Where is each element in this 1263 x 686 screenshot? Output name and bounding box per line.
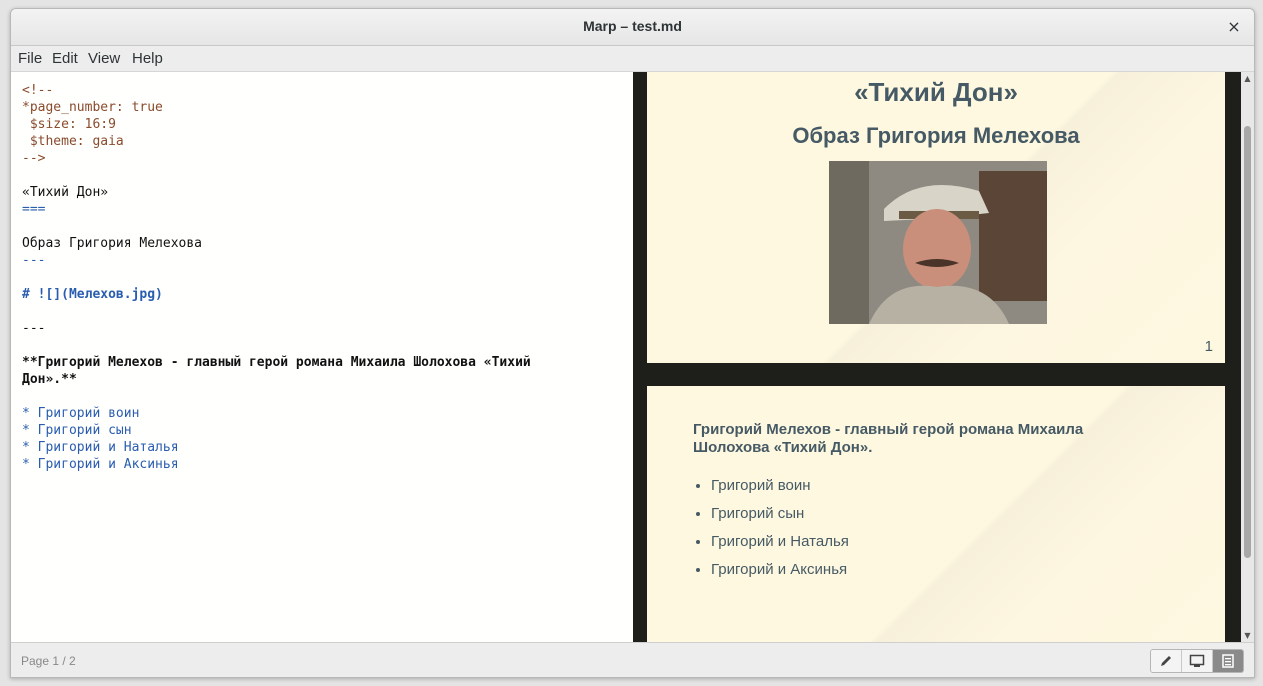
slide-preview-pane[interactable]: «Тихий Дон» Образ Григория Мелехова 1 Гр… <box>633 72 1241 642</box>
scrollbar-thumb[interactable] <box>1244 126 1251 558</box>
document-icon <box>1222 654 1234 668</box>
markdown-editor[interactable]: <!-- *page_number: true $size: 16:9 $the… <box>11 72 633 642</box>
menu-help[interactable]: Help <box>132 50 163 67</box>
editor-line: --- <box>22 321 46 336</box>
slide-title: «Тихий Дон» <box>854 77 1018 107</box>
list-item: Григорий воин <box>711 472 849 500</box>
slide-bold-text: Григорий Мелехов - главный герой романа … <box>693 421 1084 456</box>
editor-line: === <box>22 202 46 217</box>
editor-line: «Тихий Дон» <box>22 185 109 200</box>
editor-line: * Григорий и Аксинья <box>22 457 179 472</box>
view-mode-buttons <box>1150 649 1244 673</box>
slide-1: «Тихий Дон» Образ Григория Мелехова 1 <box>647 72 1225 363</box>
slide-bullet-list: Григорий воин Григорий сын Григорий и На… <box>693 472 849 584</box>
editor-line: *page_number: true <box>22 100 163 115</box>
editor-line: $size: 16:9 <box>22 117 116 132</box>
editor-line: Образ Григория Мелехова <box>22 236 203 251</box>
editor-line: <!-- <box>22 83 54 98</box>
editor-line: Дон».** <box>22 372 77 387</box>
list-item: Григорий сын <box>711 500 849 528</box>
editor-line: * Григорий сын <box>22 423 132 438</box>
slide-page-number: 1 <box>1204 338 1213 355</box>
editor-line: * Григорий воин <box>22 406 140 421</box>
menu-view[interactable]: View <box>88 50 120 67</box>
edit-mode-button[interactable] <box>1151 650 1181 672</box>
presentation-mode-button[interactable] <box>1181 650 1212 672</box>
scroll-down-icon[interactable]: ▼ <box>1241 631 1254 640</box>
editor-line: # ![](Мелехов.jpg) <box>22 287 163 302</box>
preview-scrollbar[interactable]: ▲ ▼ <box>1241 72 1254 642</box>
editor-line: * Григорий и Наталья <box>22 440 179 455</box>
list-item: Григорий и Наталья <box>711 528 849 556</box>
editor-line: $theme: gaia <box>22 134 124 149</box>
editor-text[interactable]: <!-- *page_number: true $size: 16:9 $the… <box>22 82 531 473</box>
menu-file[interactable]: File <box>18 50 42 67</box>
window-title: Marp – test.md <box>583 18 682 34</box>
list-item: Григорий и Аксинья <box>711 556 849 584</box>
pencil-icon <box>1161 656 1171 666</box>
title-bar: Marp – test.md × <box>11 9 1254 46</box>
menu-edit[interactable]: Edit <box>52 50 78 67</box>
slide-subtitle: Образ Григория Мелехова <box>792 123 1080 148</box>
close-icon[interactable]: × <box>1224 17 1244 37</box>
menu-bar: File Edit View Help <box>11 46 1254 72</box>
page-indicator: Page 1 / 2 <box>21 654 76 668</box>
slide-2: Григорий Мелехов - главный герой романа … <box>647 386 1225 642</box>
presentation-icon <box>1189 654 1205 667</box>
editor-line: --- <box>22 253 46 268</box>
editor-line: --> <box>22 151 46 166</box>
app-window: Marp – test.md × File Edit View Help <!-… <box>10 8 1255 678</box>
document-mode-button[interactable] <box>1212 650 1243 672</box>
slide-photo <box>829 161 1047 324</box>
editor-line: **Григорий Мелехов - главный герой роман… <box>22 355 531 370</box>
status-bar: Page 1 / 2 <box>11 642 1254 677</box>
scroll-up-icon[interactable]: ▲ <box>1241 74 1254 83</box>
